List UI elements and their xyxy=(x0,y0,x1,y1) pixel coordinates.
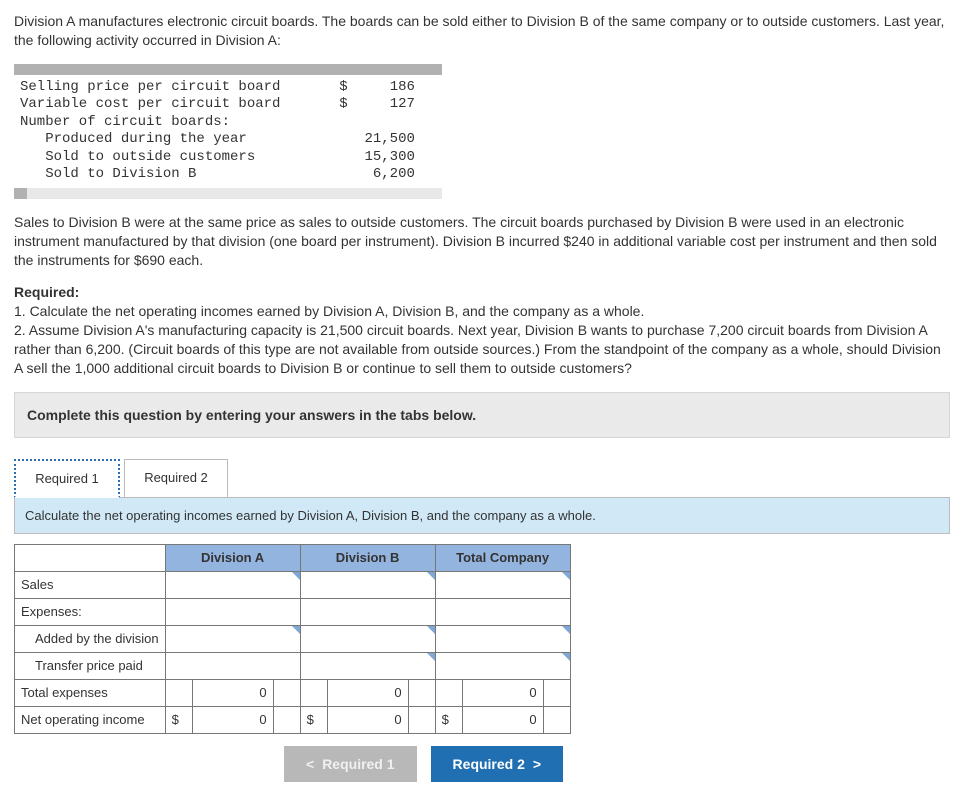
cell-expenses-total xyxy=(435,598,570,625)
cell-total-a-val: 0 xyxy=(192,679,273,706)
scroll-top[interactable] xyxy=(14,64,442,75)
header-total-company: Total Company xyxy=(435,544,570,571)
cell-total-a-sym xyxy=(165,679,192,706)
tabs-row: Required 1 Required 2 xyxy=(14,458,950,497)
cell-sales-a[interactable] xyxy=(165,571,300,598)
required-block: Required: 1. Calculate the net operating… xyxy=(14,283,950,377)
row-expenses: Expenses: xyxy=(15,598,571,625)
header-division-a: Division A xyxy=(165,544,300,571)
activity-data: Selling price per circuit board $ 186 Va… xyxy=(20,79,950,184)
cell-transfer-a[interactable] xyxy=(165,652,300,679)
chevron-left-icon: < xyxy=(306,756,314,772)
mid-text: Sales to Division B were at the same pri… xyxy=(14,213,950,270)
cell-expenses-b xyxy=(300,598,435,625)
cell-expenses-a xyxy=(165,598,300,625)
row-total: Total expenses 0 0 0 xyxy=(15,679,571,706)
row-noi: Net operating income $ 0 $ 0 $ 0 xyxy=(15,706,571,733)
cell-noi-c-val: 0 xyxy=(462,706,543,733)
data-table-block: Selling price per circuit board $ 186 Va… xyxy=(14,64,950,199)
cell-total-b-sym xyxy=(300,679,327,706)
cell-total-c-val: 0 xyxy=(462,679,543,706)
cell-transfer-total[interactable] xyxy=(435,652,570,679)
cell-noi-a-val: 0 xyxy=(192,706,273,733)
chevron-right-icon: > xyxy=(533,756,541,772)
cell-added-b[interactable] xyxy=(300,625,435,652)
cell-total-c-sym xyxy=(435,679,462,706)
instruction-bar: Complete this question by entering your … xyxy=(14,392,950,438)
row-sales: Sales xyxy=(15,571,571,598)
required-heading: Required: xyxy=(14,284,79,300)
label-sales: Sales xyxy=(15,571,166,598)
prev-label: Required 1 xyxy=(322,756,394,772)
next-button[interactable]: Required 2 > xyxy=(431,746,564,782)
label-noi: Net operating income xyxy=(15,706,166,733)
label-expenses: Expenses: xyxy=(15,598,166,625)
nav-row: < Required 1 Required 2 > xyxy=(284,746,950,782)
cell-sales-b[interactable] xyxy=(300,571,435,598)
next-label: Required 2 xyxy=(453,756,525,772)
cell-noi-b-sym: $ xyxy=(300,706,327,733)
cell-added-a[interactable] xyxy=(165,625,300,652)
row-added: Added by the division xyxy=(15,625,571,652)
header-division-b: Division B xyxy=(300,544,435,571)
tab-required-2[interactable]: Required 2 xyxy=(124,459,228,498)
label-total: Total expenses xyxy=(15,679,166,706)
blank-header xyxy=(15,544,166,571)
cell-transfer-b[interactable] xyxy=(300,652,435,679)
intro-text: Division A manufactures electronic circu… xyxy=(14,12,950,50)
label-added: Added by the division xyxy=(15,625,166,652)
cell-noi-a-sym: $ xyxy=(165,706,192,733)
required-item-2: 2. Assume Division A's manufacturing cap… xyxy=(14,322,941,376)
sub-instruction: Calculate the net operating incomes earn… xyxy=(14,497,950,534)
answer-table: Division A Division B Total Company Sale… xyxy=(14,544,571,734)
label-transfer: Transfer price paid xyxy=(15,652,166,679)
row-transfer: Transfer price paid xyxy=(15,652,571,679)
cell-sales-total[interactable] xyxy=(435,571,570,598)
scroll-bottom[interactable] xyxy=(14,188,442,199)
tab-required-1[interactable]: Required 1 xyxy=(14,459,120,498)
cell-added-total[interactable] xyxy=(435,625,570,652)
cell-noi-c-sym: $ xyxy=(435,706,462,733)
prev-button: < Required 1 xyxy=(284,746,417,782)
cell-total-b-val: 0 xyxy=(327,679,408,706)
cell-noi-b-val: 0 xyxy=(327,706,408,733)
required-item-1: 1. Calculate the net operating incomes e… xyxy=(14,303,644,319)
